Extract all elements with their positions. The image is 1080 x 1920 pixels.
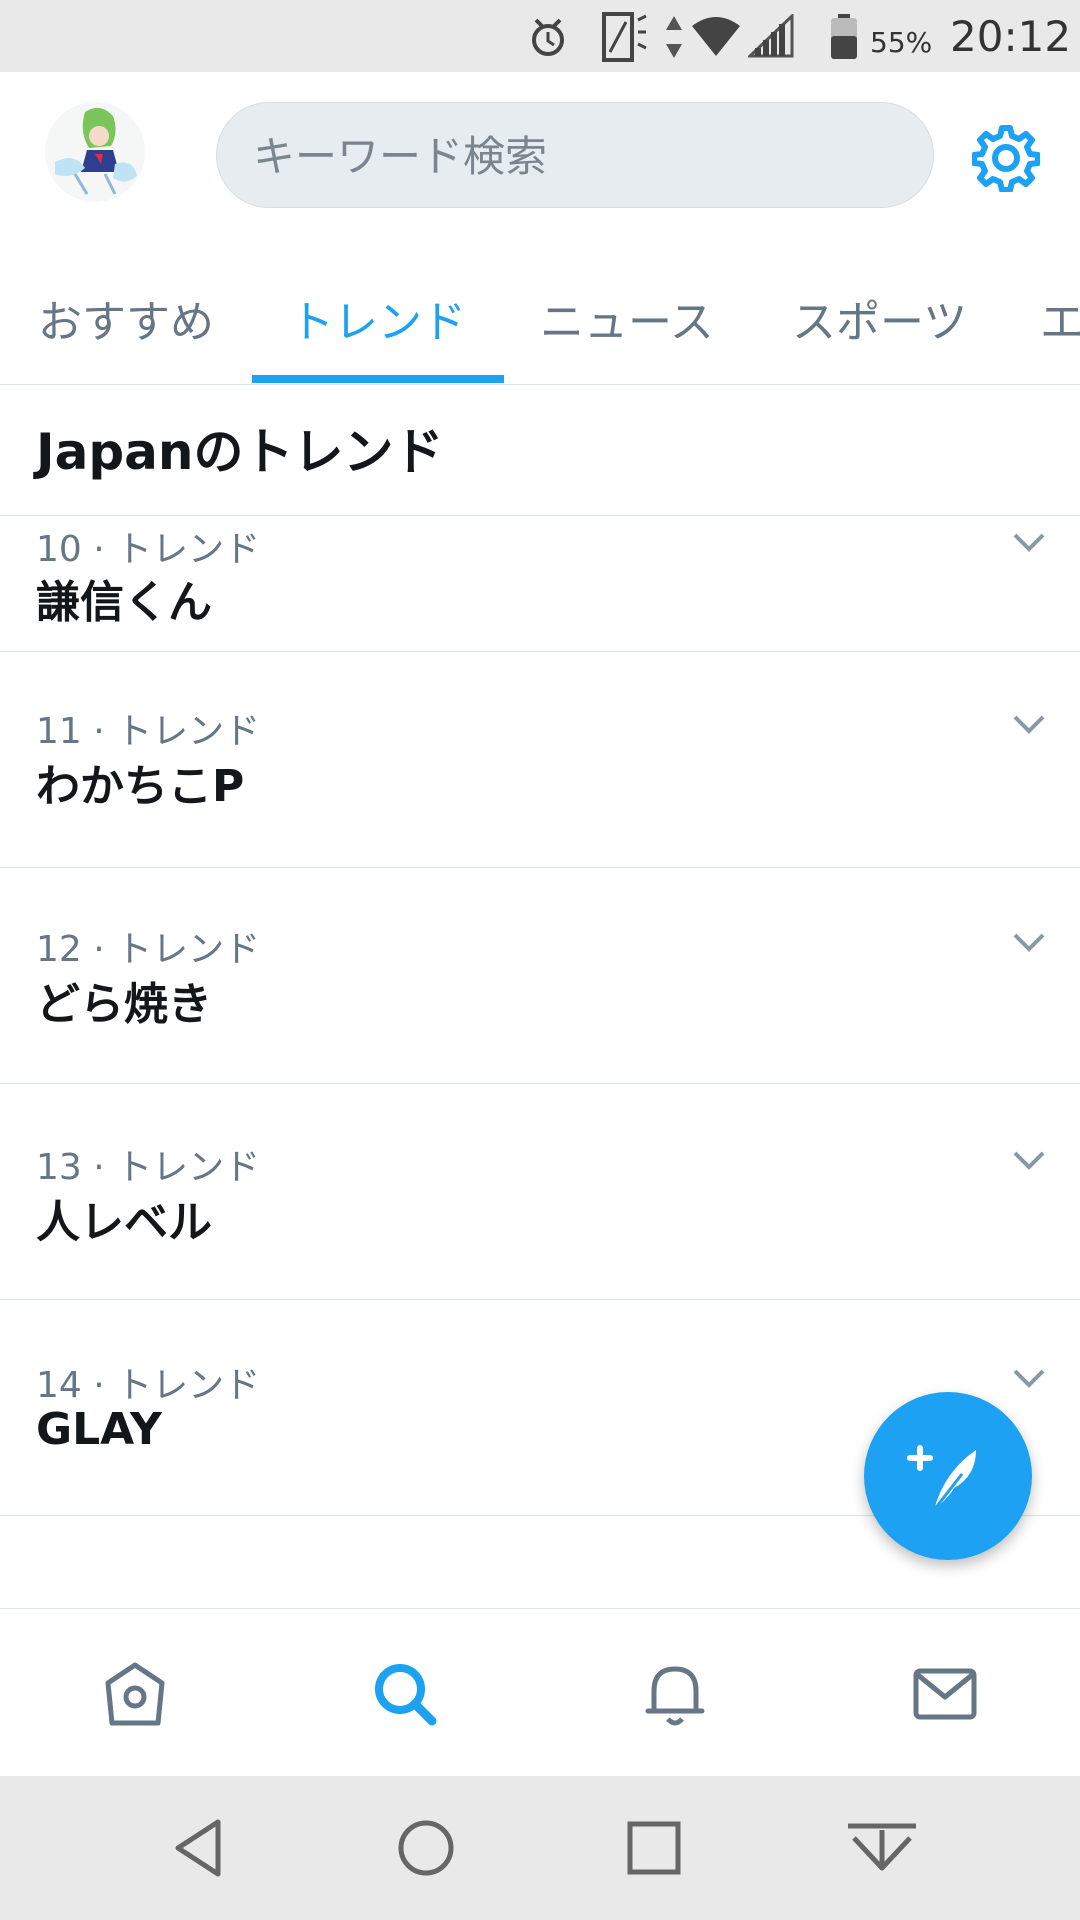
battery-percent: 55%	[870, 26, 933, 59]
avatar[interactable]	[45, 102, 145, 202]
tab-recommended[interactable]: おすすめ	[38, 286, 214, 350]
chevron-down-icon[interactable]	[1012, 714, 1046, 736]
trend-meta: 12 · トレンド	[36, 929, 261, 970]
chevron-down-icon[interactable]	[1012, 932, 1046, 954]
tab-sports[interactable]: スポーツ	[792, 286, 967, 350]
wifi-icon	[690, 16, 742, 60]
trend-name: GLAY	[36, 1404, 162, 1455]
chevron-down-icon[interactable]	[1012, 1150, 1046, 1172]
trend-row[interactable]: 11 · トレンド わかちこP	[0, 652, 1080, 868]
notifications-bell-icon[interactable]	[640, 1659, 710, 1729]
search-box[interactable]	[216, 102, 934, 209]
tab-news[interactable]: ニュース	[540, 286, 714, 350]
recents-square-icon[interactable]	[626, 1816, 682, 1880]
notification-pull-icon[interactable]	[844, 1816, 920, 1880]
android-nav-bar	[0, 1776, 1080, 1920]
trend-row[interactable]: 13 · トレンド 人レベル	[0, 1084, 1080, 1300]
active-tab-indicator	[252, 375, 504, 383]
screen-rotate-icon	[602, 12, 648, 66]
bottom-nav	[0, 1608, 1080, 1777]
home-icon[interactable]	[100, 1659, 170, 1729]
home-circle-icon[interactable]	[396, 1816, 456, 1880]
status-bar: 55% 20:12	[0, 0, 1080, 72]
trend-name: わかちこP	[36, 761, 245, 812]
trend-name: どら焼き	[36, 979, 212, 1030]
back-icon[interactable]	[170, 1816, 226, 1880]
data-arrows-icon	[664, 14, 684, 64]
trend-meta: 14 · トレンド	[36, 1365, 261, 1406]
clock: 20:12	[950, 12, 1072, 61]
trend-name: 謙信くん	[36, 577, 212, 628]
trend-name: 人レベル	[36, 1197, 212, 1248]
tab-bar: おすすめ トレンド ニュース スポーツ エ	[0, 242, 1080, 385]
header	[0, 72, 1080, 242]
messages-envelope-icon[interactable]	[910, 1659, 980, 1729]
trend-meta: 13 · トレンド	[36, 1147, 261, 1188]
signal-icon	[746, 12, 794, 62]
chevron-down-icon[interactable]	[1012, 532, 1046, 554]
section-title: Japanのトレンド	[36, 423, 444, 481]
trend-meta: 10 · トレンド	[36, 529, 261, 570]
tab-entertainment[interactable]: エ	[1040, 286, 1080, 350]
chevron-down-icon[interactable]	[1012, 1368, 1046, 1390]
search-input[interactable]	[251, 103, 895, 209]
search-icon[interactable]	[370, 1659, 440, 1729]
trend-row[interactable]: 10 · トレンド 謙信くん	[0, 516, 1080, 652]
battery-icon	[830, 14, 858, 64]
screen: 55% 20:12 キーワード検索 おすすめ トレンド ニュース スポーツ エ …	[0, 0, 1080, 1920]
compose-tweet-button[interactable]	[864, 1392, 1032, 1560]
alarm-icon	[528, 14, 568, 64]
tab-trends[interactable]: トレンド	[290, 286, 466, 350]
settings-gear-icon[interactable]	[971, 124, 1041, 193]
trend-meta: 11 · トレンド	[36, 711, 261, 752]
trend-row[interactable]: 12 · トレンド どら焼き	[0, 868, 1080, 1084]
